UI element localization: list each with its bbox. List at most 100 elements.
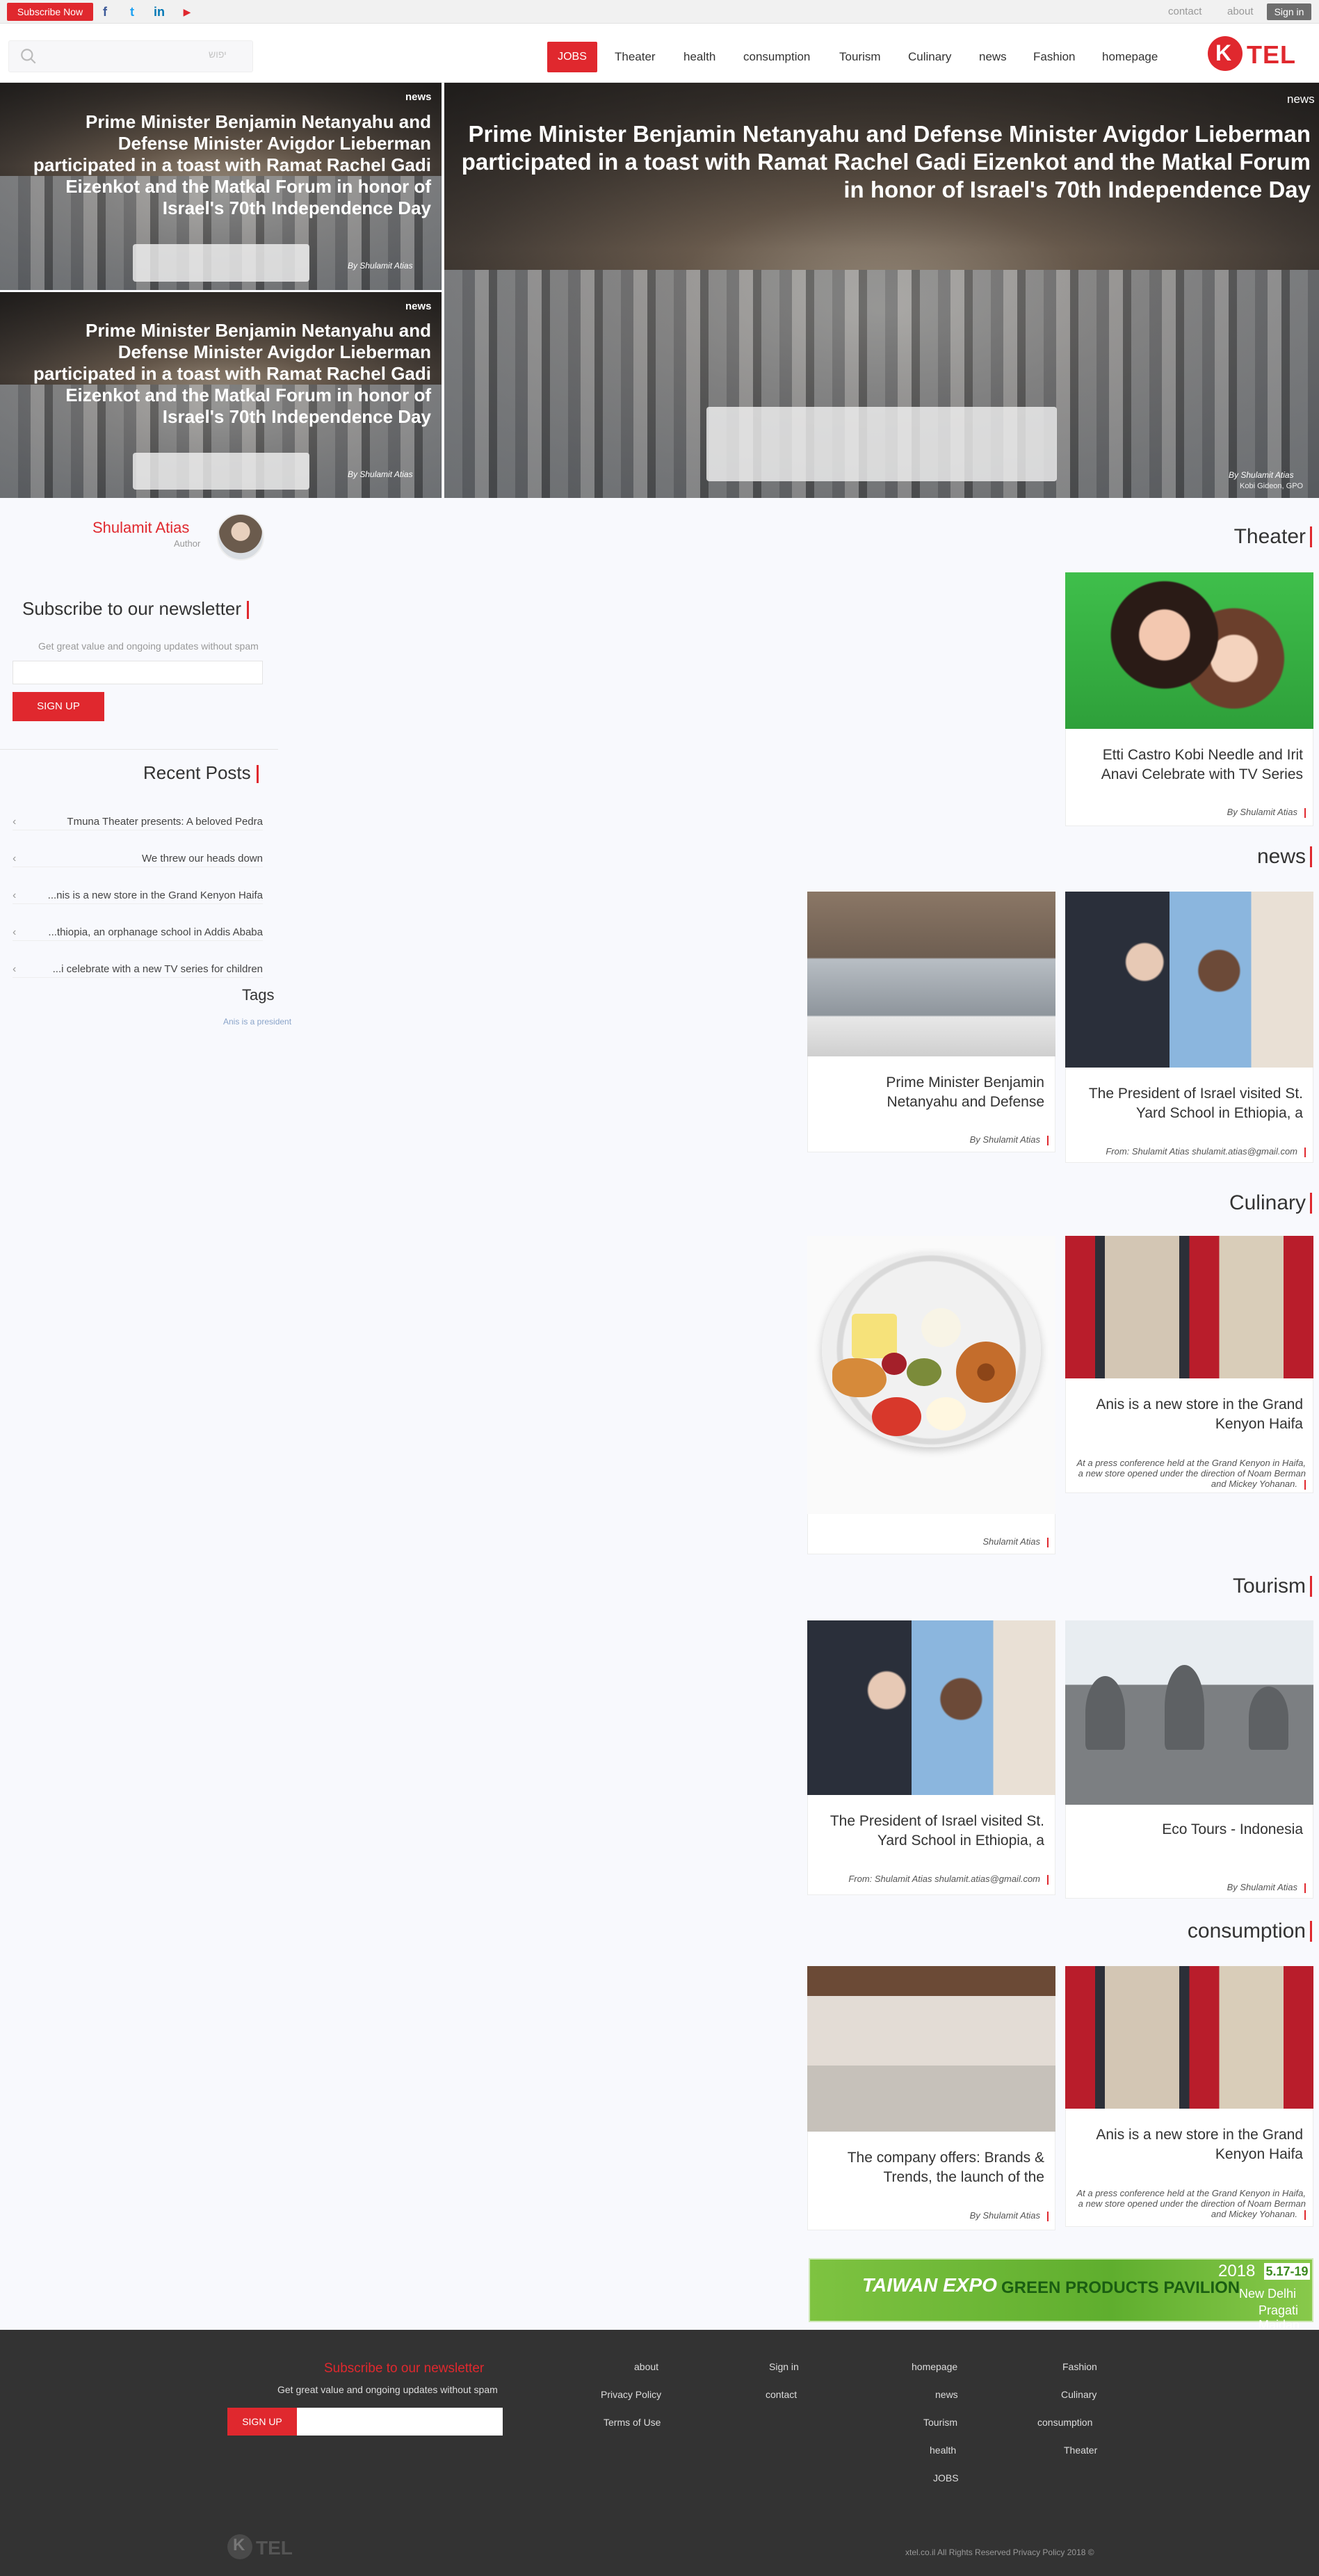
article-title[interactable]: Eco Tours - Indonesia [1076, 1820, 1303, 1840]
hero-small-title-1[interactable]: Prime Minister Benjamin Netanyahu and De… [14, 111, 431, 219]
section-title-news[interactable]: news [1182, 845, 1306, 869]
top-link-contact[interactable]: contact [1168, 6, 1201, 17]
footer-link-culinary[interactable]: Culinary [1061, 2389, 1097, 2400]
article-title[interactable]: The company offers: Brands & Trends, the… [820, 2148, 1044, 2187]
sidebar-email-field[interactable] [13, 661, 263, 684]
footer-link-terms[interactable]: Terms of Use [604, 2417, 661, 2428]
footer-link-news[interactable]: news [935, 2389, 958, 2400]
author-name[interactable]: Shulamit Atias [92, 519, 189, 537]
hero-main-credit: Kobi Gideon, GPO [1240, 482, 1304, 490]
search-placeholder: יפוש [209, 49, 227, 60]
sidebar-signup-button[interactable]: SIGN UP [13, 692, 104, 721]
sidebar-newsletter-title: Subscribe to our newsletter [22, 598, 250, 620]
article-image[interactable] [807, 1236, 1055, 1514]
sidebar-newsletter-text: Get great value and ongoing updates with… [38, 641, 259, 652]
nav-item-jobs[interactable]: JOBS [547, 42, 597, 72]
hero-main-title[interactable]: Prime Minister Benjamin Netanyahu and De… [459, 120, 1311, 204]
hero-small-byline-1: By Shulamit Atias [348, 261, 413, 271]
article-image[interactable] [1065, 1966, 1313, 2109]
article-image[interactable] [807, 1966, 1055, 2132]
linkedin-icon[interactable]: in [151, 3, 168, 20]
footer-link-fashion[interactable]: Fashion [1062, 2361, 1097, 2372]
section-title-accent [1310, 526, 1312, 547]
footer-link-privacy[interactable]: Privacy Policy [601, 2389, 661, 2400]
nav-item-homepage[interactable]: homepage [1102, 47, 1158, 67]
chevron-left-icon: ‹ [13, 853, 17, 864]
sign-in-button[interactable]: Sign in [1267, 3, 1311, 20]
recent-post-item[interactable]: ‹ ...nis is a new store in the Grand Keny… [13, 887, 263, 904]
footer-newsletter-title: Subscribe to our newsletter [324, 2361, 485, 2376]
hero-small-tag-2[interactable]: news [405, 300, 432, 312]
article-title[interactable]: Anis is a new store in the Grand Kenyon … [1076, 1395, 1303, 1434]
footer-link-homepage[interactable]: homepage [912, 2361, 957, 2372]
article-image[interactable] [1065, 892, 1313, 1068]
footer-logo-text[interactable]: TEL [256, 2537, 293, 2559]
facebook-icon[interactable]: f [97, 3, 113, 20]
article-byline: By Shulamit Atias [820, 2210, 1049, 2221]
search-icon[interactable] [19, 47, 38, 65]
sidebar-divider [0, 749, 278, 750]
nav-item-tourism[interactable]: Tourism [839, 47, 881, 67]
footer-link-theater[interactable]: Theater [1064, 2445, 1097, 2456]
hero-small-tag-1[interactable]: news [405, 91, 432, 103]
section-title-tourism[interactable]: Tourism [1182, 1575, 1306, 1598]
hero-small-title-2[interactable]: Prime Minister Benjamin Netanyahu and De… [14, 320, 431, 428]
nav-item-health[interactable]: health [683, 47, 715, 67]
article-image[interactable] [807, 1620, 1055, 1795]
article-image[interactable] [1065, 1620, 1313, 1805]
logo-k-glyph: K [1215, 40, 1232, 65]
article-byline: Shulamit Atias [820, 1536, 1049, 1547]
article-byline: By Shulamit Atias [1076, 807, 1306, 818]
recent-post-item[interactable]: ‹ We threw our heads down [13, 851, 263, 867]
footer-link-consumption[interactable]: consumption [1037, 2417, 1092, 2428]
tag-link[interactable]: Anis is a president [223, 1017, 291, 1027]
author-role: Author [174, 538, 201, 549]
article-excerpt: At a press conference held at the Grand … [1076, 1458, 1306, 1490]
article-title[interactable]: Anis is a new store in the Grand Kenyon … [1076, 2125, 1303, 2164]
article-image[interactable] [1065, 1236, 1313, 1378]
section-title-accent [1310, 846, 1312, 867]
banner-year: 2018 [1218, 2262, 1256, 2280]
article-title[interactable]: Prime Minister Benjamin Netanyahu and De… [820, 1073, 1044, 1112]
banner-venue: Pragati Maidan [1259, 2303, 1300, 2332]
section-title-culinary[interactable]: Culinary [1182, 1191, 1306, 1215]
article-excerpt: At a press conference held at the Grand … [1076, 2188, 1306, 2220]
hero-main-tag[interactable]: news [1287, 92, 1315, 106]
footer-copyright: xtel.co.il All Rights Reserved Privacy P… [905, 2547, 1094, 2557]
article-image[interactable] [807, 892, 1055, 1056]
section-title-consumption[interactable]: consumption [1112, 1919, 1306, 1943]
nav-item-culinary[interactable]: Culinary [908, 47, 951, 67]
youtube-icon[interactable]: ▶ [179, 3, 195, 20]
recent-post-item[interactable]: ‹ Tmuna Theater presents: A beloved Pedra [13, 814, 263, 830]
footer-link-jobs[interactable]: JOBS [933, 2472, 959, 2484]
footer-link-tourism[interactable]: Tourism [923, 2417, 957, 2428]
nav-item-theater[interactable]: Theater [615, 47, 656, 67]
article-byline: By Shulamit Atias [820, 1134, 1049, 1145]
article-image[interactable] [1065, 572, 1313, 729]
nav-item-consumption[interactable]: consumption [743, 47, 810, 67]
footer-email-field[interactable] [297, 2408, 503, 2436]
chevron-left-icon: ‹ [13, 816, 17, 828]
article-title[interactable]: Etti Castro Kobi Needle and Irit Anavi C… [1076, 746, 1303, 784]
article-title[interactable]: The President of Israel visited St. Yard… [1076, 1084, 1303, 1123]
recent-post-item[interactable]: ‹ ...thiopia, an orphanage school in Addi… [13, 924, 263, 941]
section-title-accent [1310, 1921, 1312, 1942]
top-link-about[interactable]: about [1227, 6, 1254, 17]
twitter-icon[interactable]: t [124, 3, 140, 20]
nav-item-fashion[interactable]: Fashion [1033, 47, 1075, 67]
footer-logo-k-glyph: K [233, 2536, 245, 2554]
section-title-theater[interactable]: Theater [1182, 525, 1306, 549]
nav-item-news[interactable]: news [979, 47, 1007, 67]
avatar[interactable] [217, 513, 264, 561]
footer-link-about[interactable]: about [634, 2361, 658, 2372]
footer-link-signin[interactable]: Sign in [769, 2361, 799, 2372]
footer-link-health[interactable]: health [930, 2445, 956, 2456]
footer-link-contact[interactable]: contact [766, 2389, 797, 2400]
footer-signup-button[interactable]: SIGN UP [227, 2408, 297, 2436]
logo-text[interactable]: TEL [1247, 40, 1296, 70]
chevron-left-icon: ‹ [13, 926, 17, 938]
tags-title: Tags [242, 986, 275, 1004]
article-title[interactable]: The President of Israel visited St. Yard… [820, 1812, 1044, 1851]
subscribe-now-button[interactable]: Subscribe Now [7, 3, 93, 21]
recent-post-item[interactable]: ‹ ...i celebrate with a new TV series for… [13, 961, 263, 978]
